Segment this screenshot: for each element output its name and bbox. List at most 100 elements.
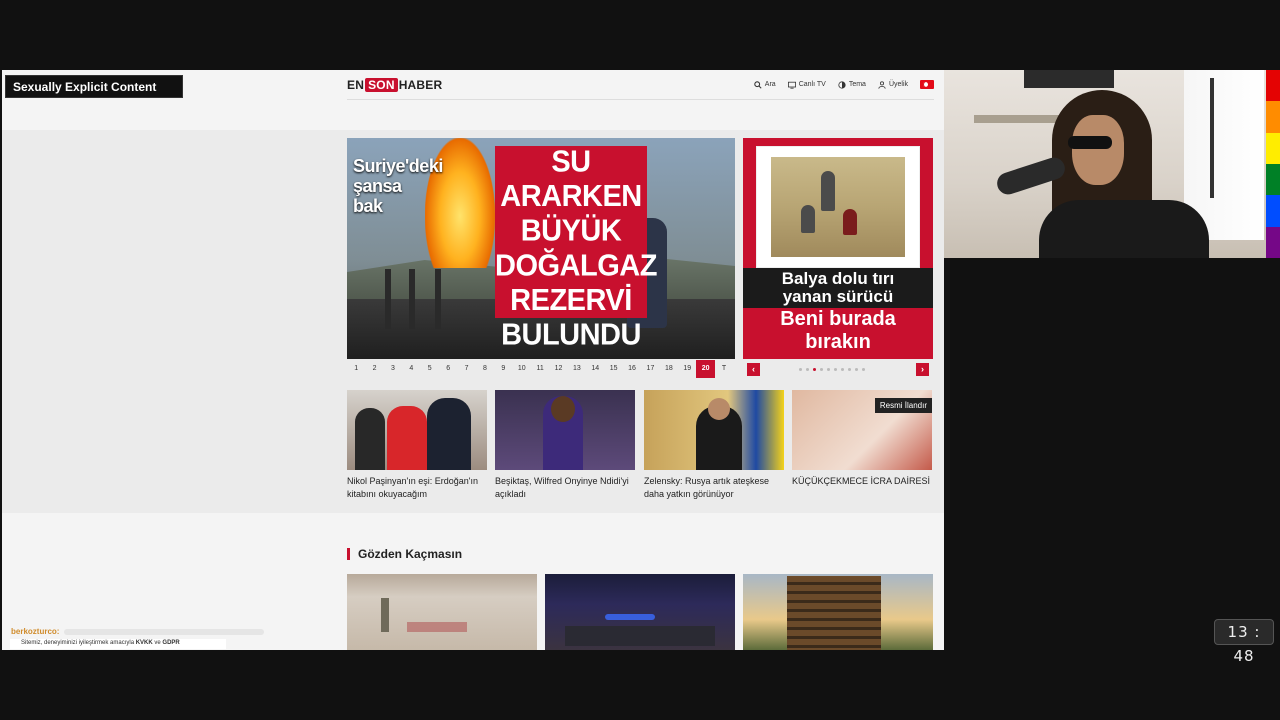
hero-headline: SU ARARKEN BÜYÜK DOĞALGAZ REZERVİ BULUND… <box>495 145 657 352</box>
hero-kicker: Suriye'deki şansa bak <box>353 156 443 216</box>
kvkk-link[interactable]: KVKK <box>136 640 153 646</box>
hero-pagination: 1 2 3 4 5 6 7 8 9 10 11 12 13 14 15 16 17 18 19 20 T <box>347 360 735 378</box>
hero-page-5[interactable]: 5 <box>421 360 439 378</box>
turkish-flag-icon[interactable] <box>920 80 934 89</box>
hero-page-13[interactable]: 13 <box>568 360 586 378</box>
webcam-body <box>1039 200 1209 258</box>
hero-page-3[interactable]: 3 <box>384 360 402 378</box>
section-card-figure <box>605 614 655 620</box>
hero-page-12[interactable]: 12 <box>549 360 567 378</box>
slide-dot[interactable] <box>827 368 830 371</box>
section-card[interactable] <box>347 574 537 650</box>
side-caption-top: Balya dolu tırı yanan sürücü <box>781 269 895 306</box>
chat-username: berkozturco: <box>11 627 60 636</box>
nav-theme-label: Tema <box>848 81 866 88</box>
rainbow-stripe <box>1266 132 1280 164</box>
section-card[interactable] <box>545 574 735 650</box>
logo-son: SON <box>365 78 398 92</box>
hero-page-1[interactable]: 1 <box>347 360 365 378</box>
news-card-figure <box>427 398 471 470</box>
hero-page-8[interactable]: 8 <box>476 360 494 378</box>
hero-page-20[interactable]: 20 <box>696 360 715 378</box>
theme-icon <box>838 80 846 89</box>
slide-dot[interactable] <box>813 368 816 371</box>
user-icon <box>878 80 886 89</box>
logo-en: EN <box>347 78 365 92</box>
news-card[interactable]: Nikol Paşinyan'ın eşi: Erdoğan'ın kitabı… <box>347 390 487 501</box>
side-person <box>801 205 815 233</box>
site-header: EN SON HABER Ara Canlı TV Tema Üyelik <box>347 70 934 100</box>
hero-valve <box>385 269 391 329</box>
site-logo[interactable]: EN SON HABER <box>347 78 442 92</box>
news-card[interactable]: Zelensky: Rusya artık ateşkese daha yatk… <box>644 390 784 501</box>
nav-search-label: Ara <box>764 81 776 88</box>
news-card-title: Beşiktaş, Wilfred Onyinye Ndidi'yi açıkl… <box>495 476 629 499</box>
hero-valve <box>409 269 415 329</box>
hero-page-18[interactable]: 18 <box>660 360 678 378</box>
nav-theme[interactable]: Tema <box>838 80 866 89</box>
rainbow-stripe <box>1266 70 1280 102</box>
next-slide-button[interactable]: › <box>916 363 929 376</box>
browser-page: EN SON HABER Ara Canlı TV Tema Üyelik Su… <box>2 70 944 650</box>
hero-page-2[interactable]: 2 <box>365 360 383 378</box>
gdpr-link[interactable]: GDPR <box>162 640 179 646</box>
tv-icon <box>787 81 796 89</box>
hero-page-15[interactable]: 15 <box>604 360 622 378</box>
news-card-figure <box>355 408 385 470</box>
hero-page-7[interactable]: 7 <box>457 360 475 378</box>
hero-page-16[interactable]: 16 <box>623 360 641 378</box>
content-warning-label: Sexually Explicit Content <box>5 75 183 98</box>
prev-slide-button[interactable]: ‹ <box>747 363 760 376</box>
slide-dot[interactable] <box>799 368 802 371</box>
section-cards <box>347 574 934 650</box>
side-photo <box>771 157 905 257</box>
hero-page-14[interactable]: 14 <box>586 360 604 378</box>
hero-page-T[interactable]: T <box>715 360 733 378</box>
section-card-figure <box>787 576 881 650</box>
rainbow-stripe <box>1266 163 1280 196</box>
nav-membership[interactable]: Üyelik <box>878 80 908 89</box>
news-card[interactable]: Beşiktaş, Wilfred Onyinye Ndidi'yi açıkl… <box>495 390 635 501</box>
hero-page-10[interactable]: 10 <box>513 360 531 378</box>
side-person <box>843 209 857 235</box>
webcam-face <box>1072 115 1124 185</box>
news-card-image <box>347 390 487 470</box>
slide-dot[interactable] <box>848 368 851 371</box>
slide-dot[interactable] <box>841 368 844 371</box>
hero-page-19[interactable]: 19 <box>678 360 696 378</box>
hero-page-4[interactable]: 4 <box>402 360 420 378</box>
nav-search[interactable]: Ara <box>754 80 776 89</box>
rainbow-stripe <box>1266 101 1280 133</box>
section-card-figure <box>381 598 389 632</box>
slide-dot[interactable] <box>820 368 823 371</box>
hero-page-6[interactable]: 6 <box>439 360 457 378</box>
cookie-text: Sitemiz, deneyiminizi iyileştirmek amacı… <box>21 640 135 646</box>
hero-slide[interactable]: Suriye'deki şansa bak SU ARARKEN BÜYÜK D… <box>347 138 735 359</box>
news-card-image <box>644 390 784 470</box>
slide-dot[interactable] <box>834 368 837 371</box>
rainbow-stripe <box>1266 195 1280 227</box>
cookie-and: ve <box>154 640 161 646</box>
top-nav: Ara Canlı TV Tema Üyelik <box>754 80 934 89</box>
news-card-figure <box>387 406 427 470</box>
nav-live-tv[interactable]: Canlı TV <box>787 81 826 89</box>
side-pagination: ‹ › <box>743 361 933 379</box>
slide-dot[interactable] <box>806 368 809 371</box>
news-card[interactable]: Resmi İlandır KÜÇÜKÇEKMECE İCRA DAİRESİ <box>792 390 932 488</box>
side-photo-frame <box>756 146 920 268</box>
section-card[interactable] <box>743 574 933 650</box>
news-card-title: Zelensky: Rusya artık ateşkese daha yatk… <box>644 476 770 499</box>
nav-membership-label: Üyelik <box>888 81 908 88</box>
webcam-feed <box>944 70 1266 258</box>
slide-dot[interactable] <box>855 368 858 371</box>
search-icon <box>754 80 762 89</box>
news-cards: Nikol Paşinyan'ın eşi: Erdoğan'ın kitabı… <box>347 390 934 510</box>
webcam-glasses <box>1068 136 1112 149</box>
stream-frame: EN SON HABER Ara Canlı TV Tema Üyelik Su… <box>0 0 1280 720</box>
hero-page-11[interactable]: 11 <box>531 360 549 378</box>
hero-page-9[interactable]: 9 <box>494 360 512 378</box>
slide-dot[interactable] <box>862 368 865 371</box>
hero-page-17[interactable]: 17 <box>641 360 659 378</box>
hero-valve <box>435 269 441 329</box>
side-slide[interactable]: Balya dolu tırı yanan sürücü Beni burada… <box>743 138 933 359</box>
